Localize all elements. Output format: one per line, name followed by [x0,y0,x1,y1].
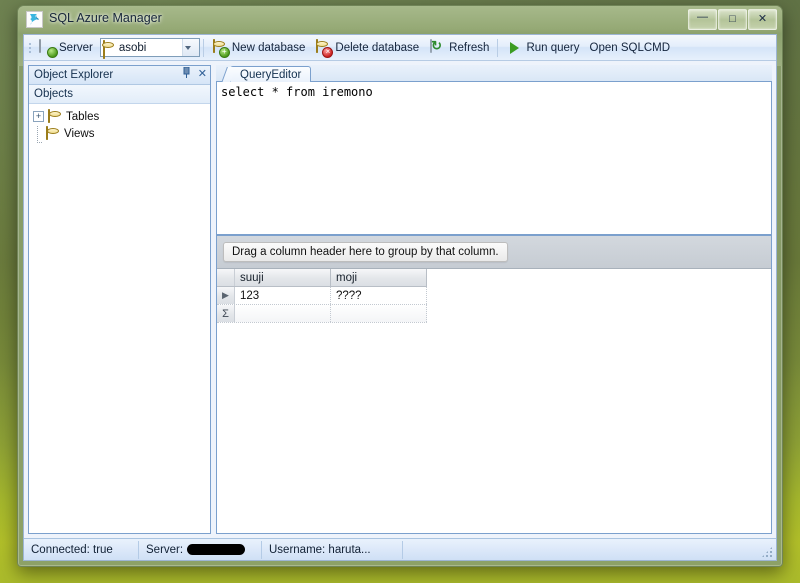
object-tree: + Tables Views [29,104,210,143]
new-database-label: New database [231,41,306,54]
toolbar-grip[interactable] [26,38,34,58]
object-explorer-header: Object Explorer ✕ [29,66,210,85]
client-area: Server asobi + New database × Delete dat… [23,34,777,561]
server-icon [39,38,55,56]
column-header-moji[interactable]: moji [331,269,427,286]
play-icon [506,40,522,56]
objects-subheader: Objects [29,85,210,104]
close-panel-icon[interactable]: ✕ [198,68,207,80]
resize-grip[interactable] [761,546,773,558]
tab-label: QueryEditor [240,68,302,81]
tree-item-label: Tables [66,110,100,123]
query-editor-textarea[interactable]: select * from iremono [216,82,772,235]
run-query-button[interactable]: Run query [501,37,584,59]
editor-tabstrip: QueryEditor [216,65,772,82]
database-icon [46,125,60,141]
database-combo-value: asobi [118,41,147,54]
current-row-indicator: ▶ [217,287,235,304]
pin-icon[interactable] [182,66,191,81]
status-username: Username: haruta... [262,540,403,559]
body-split: Object Explorer ✕ Objects + Tables Views… [24,61,776,538]
new-database-icon: + [212,38,230,58]
status-server-value-redacted [187,544,246,555]
chevron-down-icon[interactable] [181,39,199,56]
refresh-icon [429,38,445,56]
tab-queryeditor[interactable]: QueryEditor [230,66,312,82]
server-button[interactable]: Server [34,37,98,59]
expander-icon[interactable]: + [33,111,44,122]
object-explorer-panel: Object Explorer ✕ Objects + Tables Views [28,65,211,534]
window-title: SQL Azure Manager [49,11,162,25]
sigma-icon: Σ [217,305,235,322]
new-database-button[interactable]: + New database [207,37,311,59]
toolbar-separator-2 [497,38,499,57]
database-combo[interactable]: asobi [99,38,200,59]
object-explorer-title: Object Explorer [34,69,114,81]
run-query-label: Run query [526,41,580,54]
application-window: SQL Azure Manager — □ ✕ Server asobi + N… [17,5,783,567]
row-indicator-header [217,269,235,286]
tree-item-views[interactable]: Views [33,125,210,143]
results-grid: suuji moji ▶ 123 ???? Σ [217,269,427,323]
group-by-hint: Drag a column header here to group by th… [223,242,508,262]
results-grid-area: Drag a column header here to group by th… [216,235,772,534]
summary-cell-suuji[interactable] [235,305,331,322]
status-connected: Connected: true [24,540,139,559]
caption-buttons: — □ ✕ [687,9,777,30]
title-bar[interactable]: SQL Azure Manager — □ ✕ [18,6,782,34]
maximize-icon: □ [729,13,736,25]
refresh-button[interactable]: Refresh [424,37,494,59]
objects-subheader-label: Objects [34,88,73,100]
status-server: Server: [139,540,262,559]
open-sqlcmd-label: Open SQLCMD [589,41,671,54]
main-toolbar: Server asobi + New database × Delete dat… [24,35,776,61]
close-button[interactable]: ✕ [748,9,777,30]
toolbar-separator [202,38,204,57]
group-by-panel[interactable]: Drag a column header here to group by th… [217,236,771,269]
summary-row[interactable]: Σ [217,305,427,323]
table-row[interactable]: ▶ 123 ???? [217,287,427,305]
server-button-label: Server [59,41,93,54]
column-header-suuji[interactable]: suuji [235,269,331,286]
database-icon [48,108,62,124]
maximize-button[interactable]: □ [718,9,747,30]
cell-suuji[interactable]: 123 [235,287,331,304]
tree-item-tables[interactable]: + Tables [33,108,210,125]
database-icon [101,39,115,59]
cell-moji[interactable]: ???? [331,287,427,304]
delete-database-icon: × [315,38,334,58]
minimize-icon: — [697,11,708,23]
object-explorer-tools: ✕ [182,66,207,81]
delete-database-label: Delete database [335,41,420,54]
status-bar: Connected: true Server: Username: haruta… [24,538,776,560]
close-icon: ✕ [757,13,768,25]
sql-azure-icon [26,11,43,28]
grid-header-row: suuji moji [217,269,427,287]
minimize-button[interactable]: — [688,9,717,30]
right-pane: QueryEditor select * from iremono Drag a… [216,65,772,534]
status-server-label: Server: [146,543,184,556]
tree-item-label: Views [64,127,95,140]
refresh-label: Refresh [449,41,490,54]
delete-database-button[interactable]: × Delete database [310,37,424,59]
summary-cell-moji[interactable] [331,305,427,322]
open-sqlcmd-button[interactable]: Open SQLCMD [585,37,676,59]
